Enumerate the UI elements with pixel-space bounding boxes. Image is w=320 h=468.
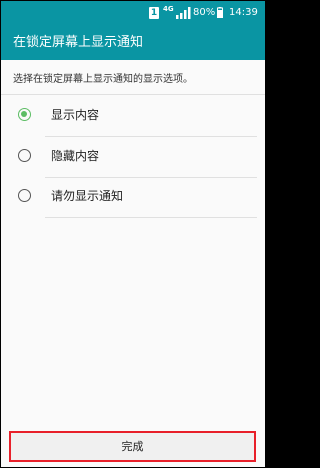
description-text: 选择在锁定屏幕上显示通知的显示选项。 xyxy=(13,74,193,85)
battery-percentage: 80% xyxy=(193,7,216,18)
radio-unselected-icon[interactable] xyxy=(18,149,31,162)
clock: 14:39 xyxy=(229,7,258,18)
divider xyxy=(45,217,257,218)
divider xyxy=(1,94,265,95)
radio-selected-icon[interactable] xyxy=(18,108,31,121)
network-type-label: 4G xyxy=(163,5,174,13)
radio-unselected-icon[interactable] xyxy=(18,189,31,202)
option-label: 显示内容 xyxy=(51,108,100,122)
option-show-content[interactable]: 显示内容 xyxy=(1,96,265,136)
option-label: 请勿显示通知 xyxy=(51,189,124,203)
signal-strength-icon xyxy=(176,7,191,19)
screen: 1 4G 80% 14:39 在锁定屏幕上显示通知 选择在锁定屏幕上显示通知的显… xyxy=(0,0,266,468)
done-button[interactable]: 完成 xyxy=(9,431,256,462)
status-bar: 1 4G 80% 14:39 xyxy=(1,1,265,26)
option-hide-content[interactable]: 隐藏内容 xyxy=(1,137,265,177)
page-title: 在锁定屏幕上显示通知 xyxy=(1,26,265,60)
option-label: 隐藏内容 xyxy=(51,149,100,163)
sim-card-icon: 1 xyxy=(149,7,159,19)
option-do-not-show[interactable]: 请勿显示通知 xyxy=(1,177,265,217)
battery-charging-icon xyxy=(217,7,223,18)
